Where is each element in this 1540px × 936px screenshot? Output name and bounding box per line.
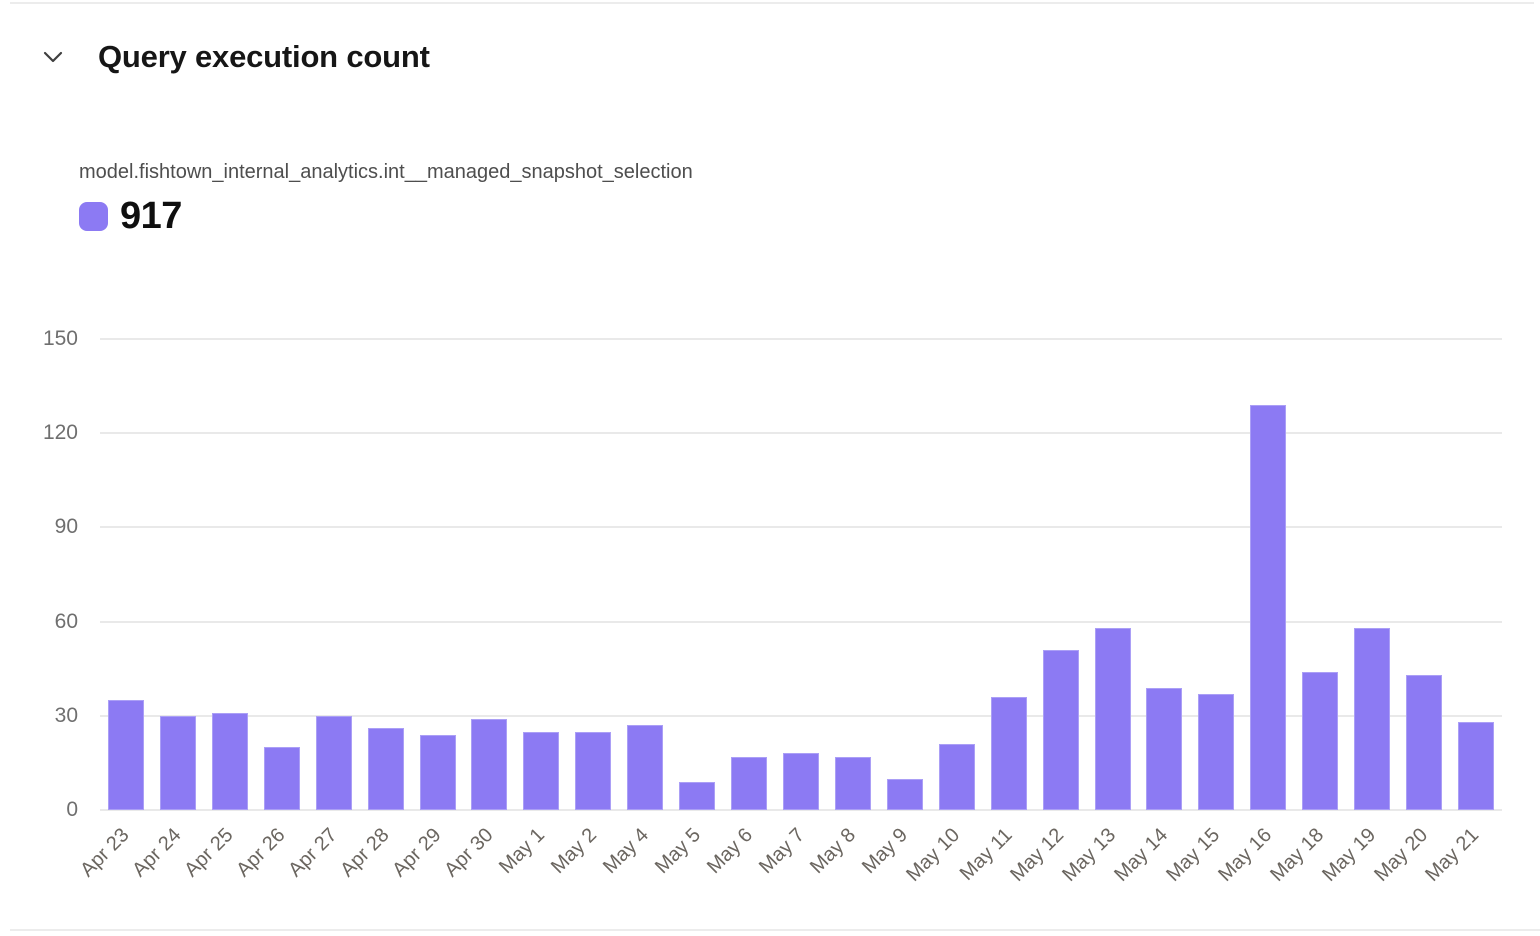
bar-apr-28[interactable] — [368, 728, 404, 810]
bar-may-5[interactable] — [679, 782, 715, 810]
gridline — [100, 526, 1502, 528]
bar-may-1[interactable] — [523, 732, 559, 811]
bar-may-13[interactable] — [1095, 628, 1131, 810]
y-axis-tick-label: 30 — [0, 704, 78, 728]
y-axis-tick-label: 0 — [0, 798, 78, 822]
x-axis-tick-label: May 18 — [1266, 824, 1328, 886]
y-axis-tick-label: 120 — [0, 421, 78, 445]
bar-may-7[interactable] — [783, 753, 819, 810]
x-axis-tick-label: Apr 27 — [284, 824, 341, 881]
x-axis-tick-label: May 2 — [547, 824, 601, 878]
x-axis-tick-label: May 6 — [703, 824, 757, 878]
x-axis-tick-label: May 5 — [651, 824, 705, 878]
bar-apr-29[interactable] — [420, 735, 456, 810]
x-axis-tick-label: May 14 — [1110, 824, 1172, 886]
x-axis-tick-label: May 13 — [1058, 824, 1120, 886]
x-axis-tick-label: May 21 — [1422, 824, 1484, 886]
bar-apr-30[interactable] — [471, 719, 507, 810]
x-axis-tick-label: Apr 28 — [336, 824, 393, 881]
bar-apr-27[interactable] — [316, 716, 352, 810]
x-axis-tick-label: Apr 24 — [128, 824, 185, 881]
y-axis-tick-label: 90 — [0, 515, 78, 539]
bar-may-12[interactable] — [1043, 650, 1079, 810]
x-axis-tick-label: Apr 30 — [440, 824, 497, 881]
gridline — [100, 432, 1502, 434]
x-axis-tick-label: Apr 29 — [388, 824, 445, 881]
x-axis-tick-label: May 12 — [1006, 824, 1068, 886]
x-axis-tick-label: Apr 26 — [232, 824, 289, 881]
x-axis-tick-label: May 4 — [599, 824, 653, 878]
execution-count-chart: 0306090120150Apr 23Apr 24Apr 25Apr 26Apr… — [0, 0, 1540, 936]
bar-apr-25[interactable] — [212, 713, 248, 810]
bar-may-19[interactable] — [1354, 628, 1390, 810]
bar-may-20[interactable] — [1406, 675, 1442, 810]
bar-may-14[interactable] — [1146, 688, 1182, 810]
x-axis-tick-label: May 11 — [955, 824, 1016, 885]
bar-may-9[interactable] — [887, 779, 923, 810]
bar-may-21[interactable] — [1458, 722, 1494, 810]
x-axis-tick-label: Apr 23 — [76, 824, 133, 881]
x-axis-tick-label: May 16 — [1214, 824, 1276, 886]
bottom-divider — [10, 929, 1540, 931]
bar-may-6[interactable] — [731, 757, 767, 810]
bar-may-10[interactable] — [939, 744, 975, 810]
x-axis-tick-label: Apr 25 — [180, 824, 237, 881]
x-axis-tick-label: May 7 — [754, 824, 808, 878]
bar-apr-26[interactable] — [264, 747, 300, 810]
bar-may-2[interactable] — [575, 732, 611, 811]
x-axis-tick-label: May 1 — [495, 824, 549, 878]
y-axis-tick-label: 60 — [0, 610, 78, 634]
gridline — [100, 715, 1502, 717]
x-axis-tick-label: May 19 — [1318, 824, 1380, 886]
bar-apr-23[interactable] — [108, 700, 144, 810]
x-axis-tick-label: May 10 — [902, 824, 964, 886]
x-axis-tick-label: May 8 — [806, 824, 860, 878]
y-axis-tick-label: 150 — [0, 327, 78, 351]
bar-may-16[interactable] — [1250, 405, 1286, 810]
gridline — [100, 621, 1502, 623]
bar-may-11[interactable] — [991, 697, 1027, 810]
bar-may-18[interactable] — [1302, 672, 1338, 810]
x-axis-tick-label: May 20 — [1370, 824, 1432, 886]
bar-may-8[interactable] — [835, 757, 871, 810]
bar-apr-24[interactable] — [160, 716, 196, 810]
bar-may-4[interactable] — [627, 725, 663, 810]
bar-may-15[interactable] — [1198, 694, 1234, 810]
gridline — [100, 338, 1502, 340]
x-axis-tick-label: May 15 — [1162, 824, 1224, 886]
